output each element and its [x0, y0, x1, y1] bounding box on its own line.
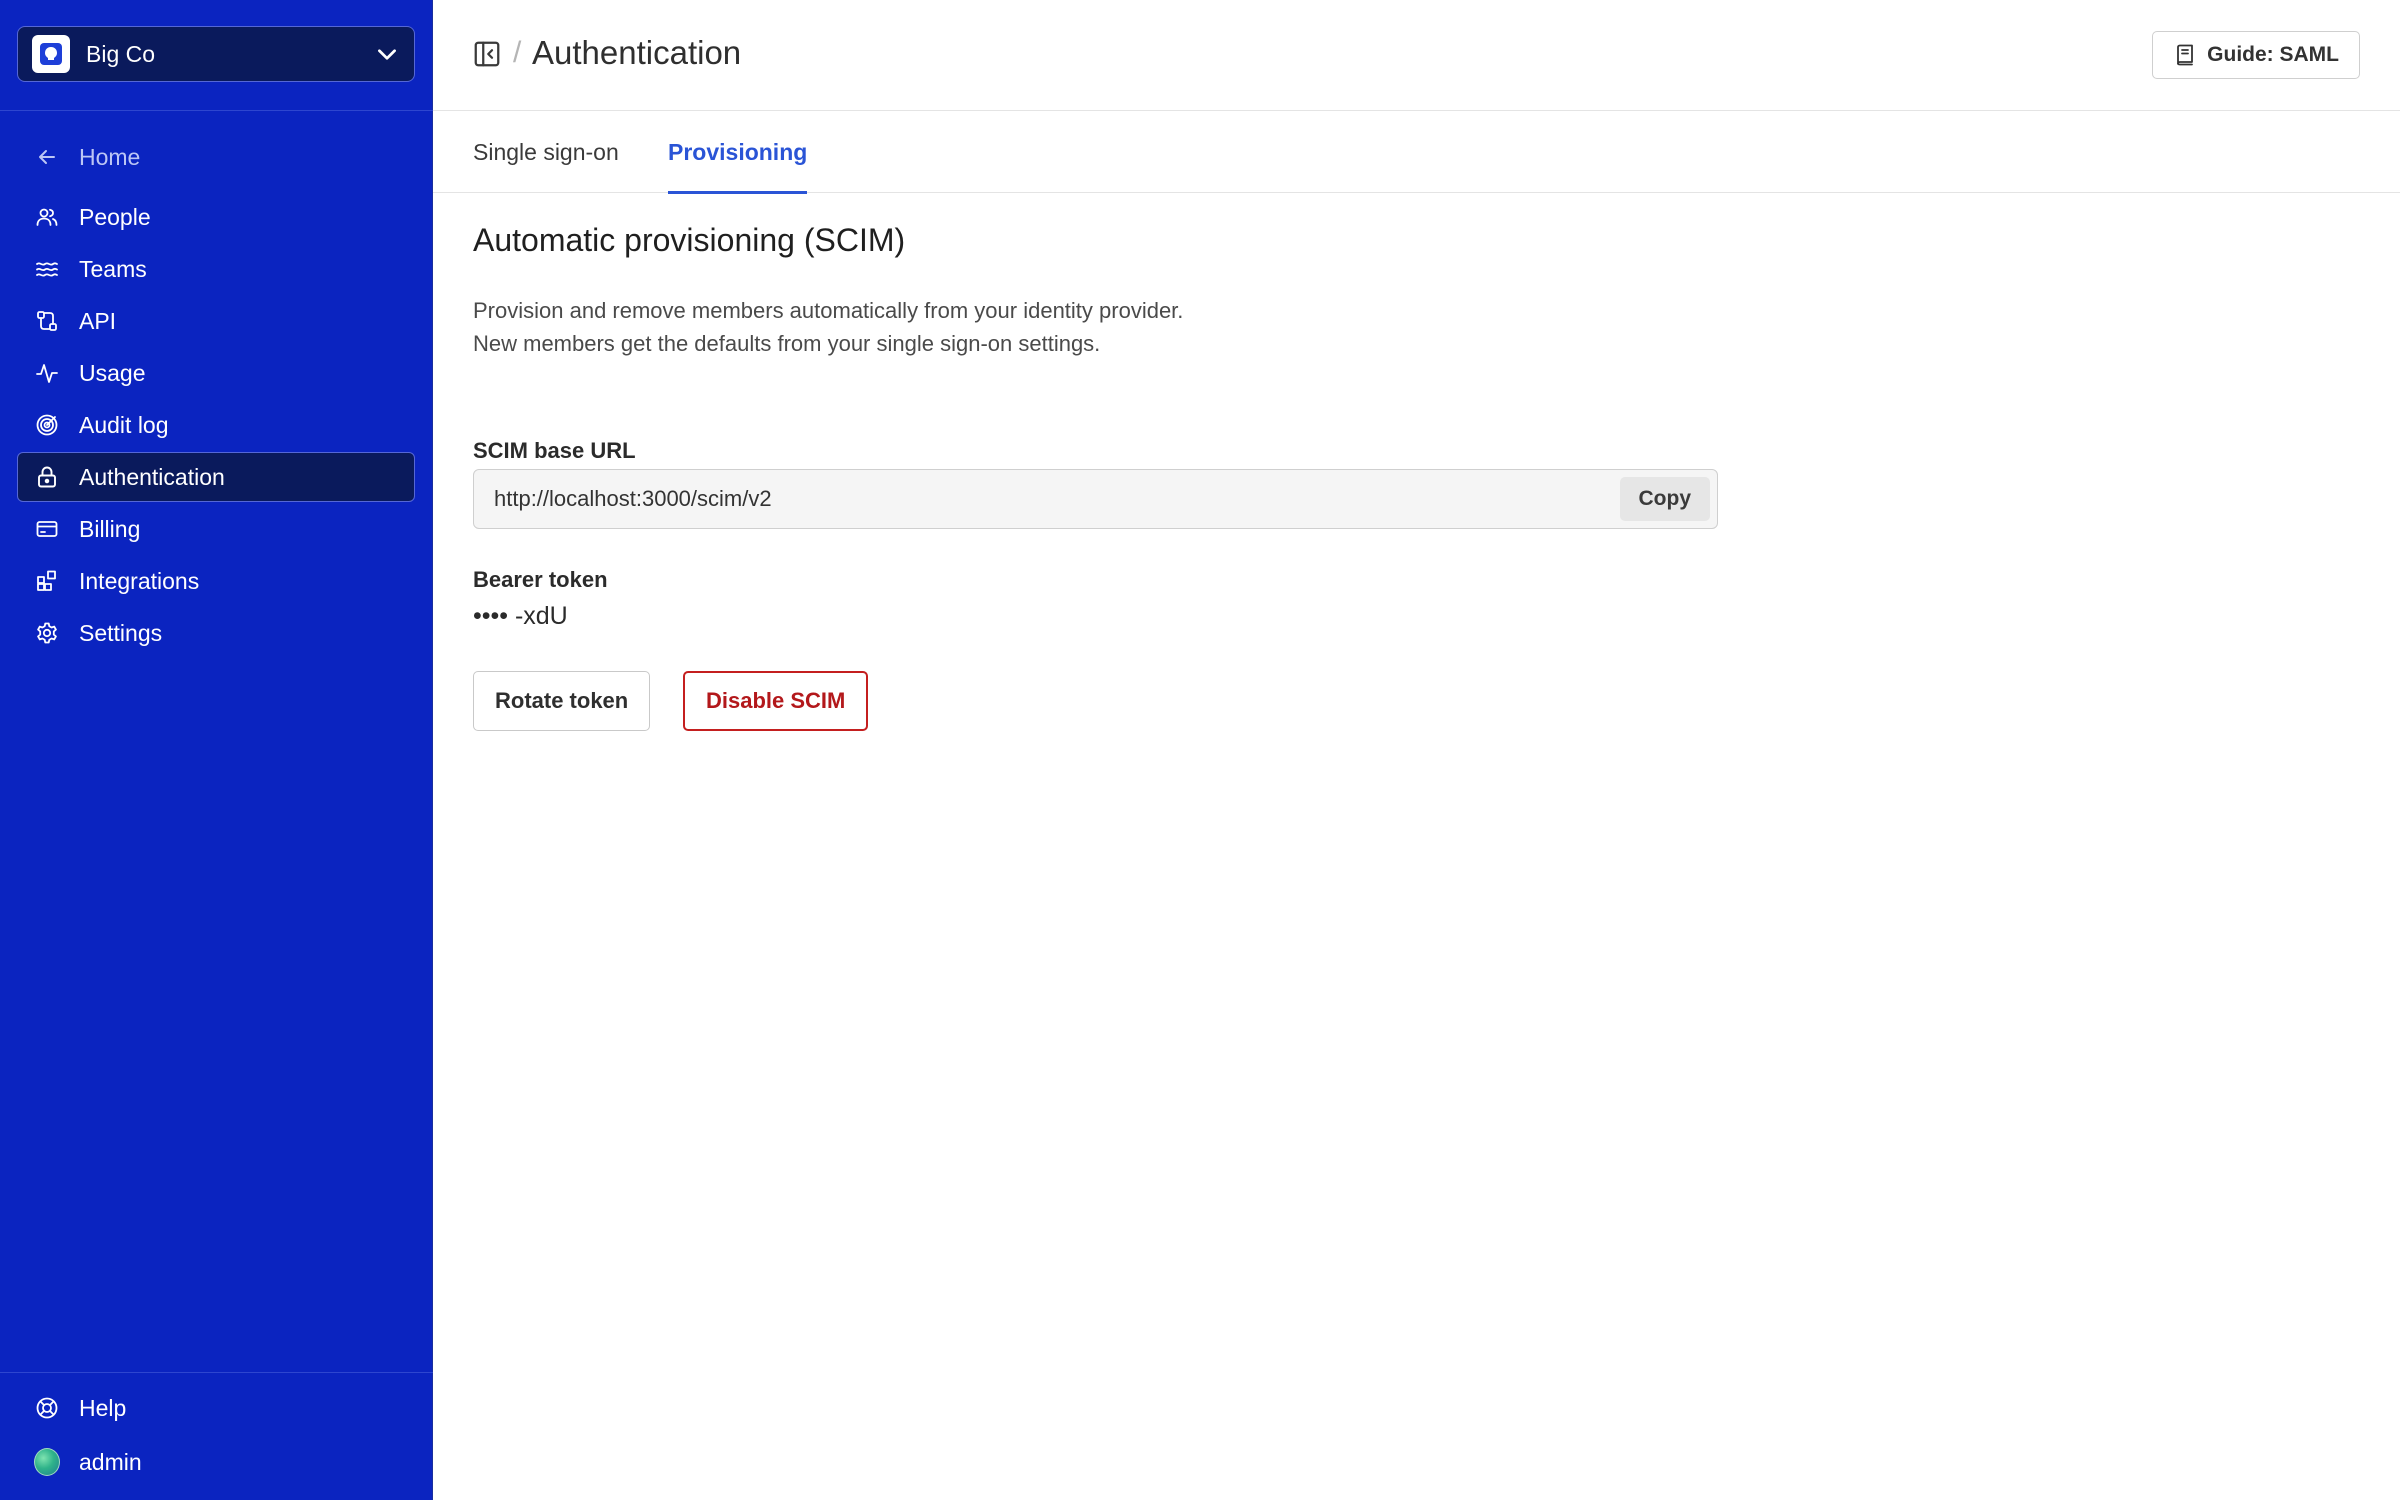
sidebar-item-teams[interactable]: Teams — [17, 244, 415, 294]
description-line: Provision and remove members automatical… — [473, 298, 1184, 323]
sidebar-item-label: Audit log — [79, 411, 169, 438]
sidebar-item-label: Home — [79, 143, 141, 170]
sidebar-item-usage[interactable]: Usage — [17, 348, 415, 398]
sidebar-item-authentication[interactable]: Authentication — [17, 452, 415, 502]
user-menu[interactable]: admin — [17, 1436, 415, 1488]
collapse-sidebar-button[interactable] — [471, 38, 503, 70]
tab-single-sign-on[interactable]: Single sign-on — [473, 111, 619, 193]
sidebar-item-label: Usage — [79, 359, 146, 386]
avatar — [34, 1448, 60, 1476]
teams-icon — [34, 256, 60, 282]
audit-log-icon — [34, 412, 60, 438]
org-name: Big Co — [86, 40, 156, 67]
api-icon — [34, 308, 60, 334]
user-name: admin — [79, 1448, 142, 1475]
bearer-token-value: •••• -xdU — [473, 602, 568, 630]
scim-base-url-input[interactable] — [474, 470, 1620, 528]
description-line: New members get the defaults from your s… — [473, 331, 1101, 356]
sidebar-item-settings[interactable]: Settings — [17, 608, 415, 658]
sidebar-nav: Home People Teams API Usage Audit log Au… — [17, 132, 415, 660]
page-title: Authentication — [532, 34, 742, 71]
sidebar-item-audit-log[interactable]: Audit log — [17, 400, 415, 450]
org-logo-icon — [32, 35, 70, 73]
lock-icon — [34, 464, 60, 490]
sidebar-item-label: People — [79, 203, 151, 230]
sidebar-divider — [0, 1372, 433, 1373]
page-header: / Authentication Guide: SAML — [433, 0, 2400, 111]
sidebar-item-label: API — [79, 307, 117, 334]
bearer-token-label: Bearer token — [473, 567, 608, 592]
section-description: Provision and remove members automatical… — [473, 294, 1183, 360]
chevron-down-icon — [378, 49, 396, 60]
tab-bar: Single sign-on Provisioning — [433, 111, 2400, 194]
org-switcher[interactable]: Big Co — [17, 26, 415, 82]
sidebar-item-home[interactable]: Home — [17, 132, 415, 182]
breadcrumb-separator: / — [513, 36, 522, 69]
sidebar-bottom-nav: Help admin — [17, 1382, 415, 1490]
integrations-icon — [34, 568, 60, 594]
main-content: / Authentication Guide: SAML Single sign… — [433, 0, 2400, 1500]
sidebar-item-label: Help — [79, 1394, 127, 1421]
disable-scim-button[interactable]: Disable SCIM — [683, 671, 869, 731]
sidebar-item-label: Teams — [79, 255, 147, 282]
sidebar-collapse-icon — [474, 41, 500, 67]
tab-provisioning[interactable]: Provisioning — [668, 111, 808, 194]
section-title: Automatic provisioning (SCIM) — [473, 222, 906, 258]
people-icon — [34, 204, 60, 230]
scim-base-url-field: Copy — [473, 469, 1718, 529]
rotate-token-button[interactable]: Rotate token — [473, 671, 651, 731]
sidebar-item-help[interactable]: Help — [17, 1382, 415, 1434]
sidebar-item-label: Settings — [79, 619, 163, 646]
sidebar-item-label: Billing — [79, 515, 141, 542]
credit-card-icon — [34, 516, 60, 542]
sidebar-divider — [0, 110, 433, 111]
book-icon — [2177, 44, 2194, 66]
scim-base-url-label: SCIM base URL — [473, 438, 636, 463]
sidebar-item-label: Integrations — [79, 567, 200, 594]
sidebar: Big Co Home People Teams API Usage Audit… — [0, 0, 433, 1500]
sidebar-item-label: Authentication — [79, 463, 225, 490]
guide-saml-button[interactable]: Guide: SAML — [2152, 31, 2360, 79]
sidebar-item-integrations[interactable]: Integrations — [17, 556, 415, 606]
sidebar-item-billing[interactable]: Billing — [17, 504, 415, 554]
help-lifebuoy-icon — [34, 1395, 60, 1421]
guide-button-label: Guide: SAML — [2207, 43, 2339, 66]
copy-button[interactable]: Copy — [1619, 477, 1710, 521]
sidebar-item-api[interactable]: API — [17, 296, 415, 346]
gear-icon — [34, 620, 60, 646]
usage-icon — [34, 360, 60, 386]
avatar-wrapper — [34, 1448, 60, 1476]
arrow-left-icon — [34, 144, 60, 170]
sidebar-item-people[interactable]: People — [17, 192, 415, 242]
